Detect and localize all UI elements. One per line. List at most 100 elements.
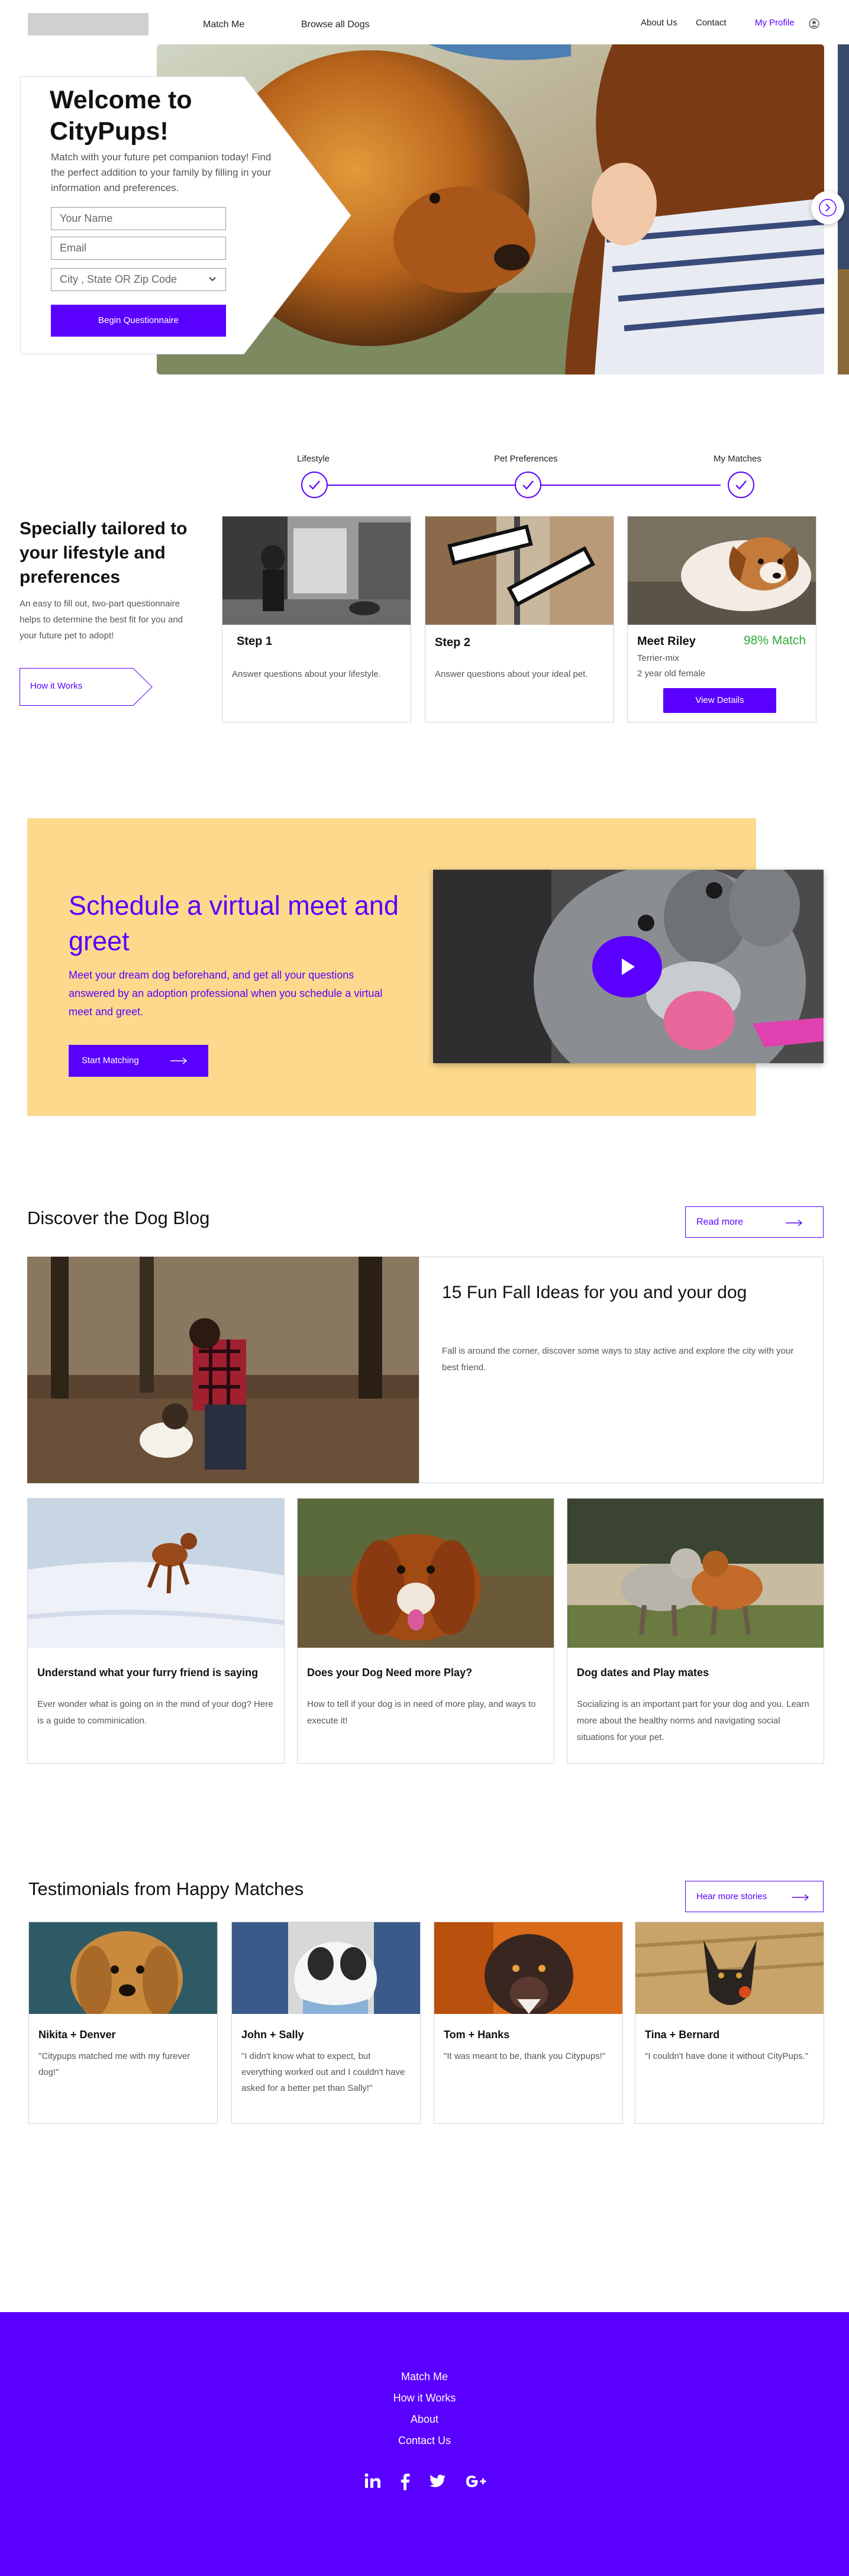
blog-card-text: How to tell if your dog is in need of mo…	[307, 1699, 536, 1726]
match-dog-image	[628, 517, 816, 625]
site-logo[interactable]	[28, 13, 149, 35]
start-matching-label: Start Matching	[82, 1055, 139, 1066]
location-select-value: City , State OR Zip Code	[60, 273, 177, 285]
step-2-title: Step 2	[435, 636, 471, 649]
chevron-right-icon	[819, 199, 837, 217]
nav-match-me[interactable]: Match Me	[203, 20, 244, 30]
hear-more-stories-label: Hear more stories	[696, 1891, 767, 1902]
blog-feature-text: Fall is around the corner, discover some…	[442, 1346, 794, 1373]
step-2-text: Answer questions about your ideal pet.	[435, 669, 588, 679]
footer-link-match-me[interactable]: Match Me	[0, 2371, 849, 2383]
checkmark-icon	[522, 480, 534, 490]
step-check-preferences[interactable]	[515, 472, 541, 498]
hero-title: Welcome to CityPups!	[50, 86, 192, 146]
blog-feature-title: 15 Fun Fall Ideas for you and your dog	[442, 1283, 747, 1302]
how-it-works-label: How it Works	[30, 681, 83, 691]
google-plus-icon[interactable]	[464, 2471, 488, 2491]
play-button[interactable]	[592, 936, 662, 998]
progress-line	[541, 485, 721, 486]
arrow-right-icon	[792, 1894, 809, 1901]
footer-link-contact-us[interactable]: Contact Us	[0, 2435, 849, 2447]
schedule-description: Meet your dream dog beforehand, and get …	[69, 969, 383, 1018]
checkmark-icon	[309, 480, 320, 490]
nav-about-us[interactable]: About Us	[641, 18, 677, 28]
blog-card-text: Ever wonder what is going on in the mind…	[37, 1699, 273, 1726]
step-check-matches[interactable]	[728, 472, 754, 498]
read-more-label: Read more	[696, 1217, 744, 1227]
play-icon	[622, 958, 635, 975]
testimonial-image	[635, 1922, 824, 2014]
location-select[interactable]: City , State OR Zip Code	[51, 268, 226, 291]
step-2-card[interactable]: Step 2 Answer questions about your ideal…	[425, 516, 614, 722]
blog-card-image	[567, 1499, 824, 1648]
step-2-image	[425, 517, 614, 625]
testimonial-name: Nikita + Denver	[38, 2029, 116, 2041]
arrow-right-icon	[786, 1219, 803, 1226]
step-1-title: Step 1	[237, 635, 273, 648]
carousel-next-button[interactable]	[811, 191, 844, 224]
blog-card[interactable]: Dog dates and Play mates Socializing is …	[567, 1498, 824, 1764]
facebook-icon[interactable]	[395, 2471, 415, 2491]
blog-card-image	[28, 1499, 284, 1648]
video-player[interactable]	[433, 870, 824, 1063]
testimonial-card[interactable]: Tina + Bernard "I couldn't have done it …	[635, 1922, 824, 2124]
testimonials-title: Testimonials from Happy Matches	[28, 1878, 304, 1899]
linkedin-icon[interactable]	[363, 2471, 383, 2491]
footer-link-how-it-works[interactable]: How it Works	[0, 2392, 849, 2404]
nav-my-profile[interactable]: My Profile	[755, 18, 795, 28]
twitter-icon[interactable]	[427, 2471, 447, 2491]
progress-line	[328, 485, 528, 486]
tailored-title: Specially tailored to your lifestyle and…	[20, 519, 188, 587]
step-1-card[interactable]: Step 1 Answer questions about your lifes…	[222, 516, 411, 722]
match-percent: 98% Match	[744, 634, 806, 647]
user-icon[interactable]	[809, 18, 819, 29]
blog-card-title: Does your Dog Need more Play?	[307, 1667, 473, 1678]
nav-browse-dogs[interactable]: Browse all Dogs	[301, 20, 370, 30]
testimonial-name: Tina + Bernard	[645, 2029, 720, 2041]
testimonial-name: John + Sally	[241, 2029, 304, 2041]
how-it-works-button[interactable]: How it Works	[20, 668, 153, 706]
testimonial-name: Tom + Hanks	[444, 2029, 510, 2041]
blog-card-image	[298, 1499, 554, 1648]
match-card[interactable]: Meet Riley 98% Match Terrier-mix 2 year …	[627, 516, 816, 722]
email-input[interactable]: Email	[51, 237, 226, 260]
blog-feature-image[interactable]	[27, 1257, 419, 1483]
testimonial-quote: "I didn't know what to expect, but every…	[241, 2051, 405, 2093]
blog-card-title: Understand what your furry friend is say…	[37, 1667, 259, 1678]
blog-card-text: Socializing is an important part for you…	[577, 1699, 809, 1742]
testimonial-card[interactable]: John + Sally "I didn't know what to expe…	[231, 1922, 421, 2124]
testimonial-quote: "I couldn't have done it without CityPup…	[645, 2051, 809, 2061]
step-label-lifestyle: Lifestyle	[297, 454, 330, 464]
blog-card-title: Dog dates and Play mates	[577, 1667, 709, 1678]
testimonial-image	[232, 1922, 420, 2014]
tailored-description: An easy to fill out, two-part questionna…	[20, 599, 183, 641]
footer-link-about[interactable]: About	[0, 2413, 849, 2426]
blog-card[interactable]: Does your Dog Need more Play? How to tel…	[297, 1498, 554, 1764]
match-breed: Terrier-mix	[637, 653, 679, 663]
step-1-text: Answer questions about your lifestyle.	[232, 669, 381, 679]
nav-contact[interactable]: Contact	[696, 18, 727, 28]
blog-card[interactable]: Understand what your furry friend is say…	[27, 1498, 285, 1764]
name-input[interactable]: Your Name	[51, 207, 226, 230]
blog-feature-card[interactable]: 15 Fun Fall Ideas for you and your dog F…	[419, 1257, 824, 1483]
match-name: Meet Riley	[637, 635, 696, 648]
hear-more-stories-button[interactable]: Hear more stories	[685, 1881, 824, 1912]
testimonial-quote: "Citypups matched me with my furever dog…	[38, 2051, 191, 2077]
testimonial-quote: "It was meant to be, thank you Citypups!…	[444, 2051, 606, 2061]
hero-subtitle: Match with your future pet companion tod…	[51, 151, 272, 193]
view-details-button[interactable]: View Details	[663, 688, 776, 713]
blog-section-title: Discover the Dog Blog	[27, 1208, 210, 1228]
start-matching-button[interactable]: Start Matching	[69, 1045, 208, 1077]
testimonial-image	[434, 1922, 622, 2014]
match-age: 2 year old female	[637, 669, 706, 679]
step-check-lifestyle[interactable]	[301, 472, 328, 498]
step-1-image	[222, 517, 411, 625]
testimonial-card[interactable]: Nikita + Denver "Citypups matched me wit…	[28, 1922, 218, 2124]
step-label-pet-preferences: Pet Preferences	[494, 454, 558, 464]
arrow-right-icon	[170, 1057, 188, 1064]
testimonial-image	[29, 1922, 217, 2014]
read-more-button[interactable]: Read more	[685, 1206, 824, 1238]
begin-questionnaire-button[interactable]: Begin Questionnaire	[51, 305, 226, 337]
testimonial-card[interactable]: Tom + Hanks "It was meant to be, thank y…	[434, 1922, 623, 2124]
schedule-title: Schedule a virtual meet and greet	[69, 890, 399, 956]
